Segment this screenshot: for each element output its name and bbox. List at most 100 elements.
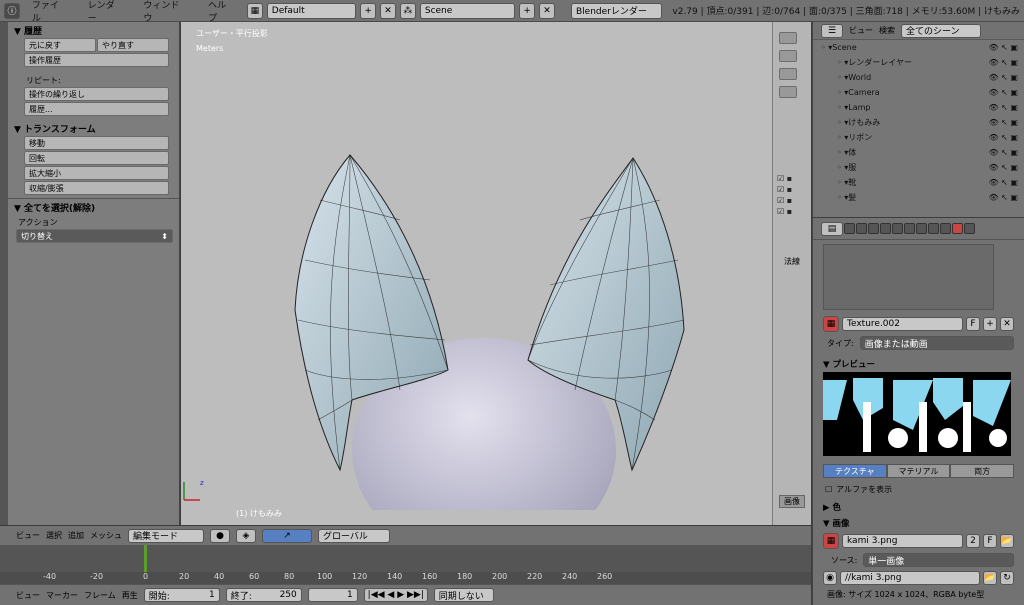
colors-panel-title[interactable]: ▶ 色: [813, 499, 1024, 515]
pivot-icon[interactable]: ◈: [236, 528, 256, 543]
outliner-row[interactable]: ◦ ▾ 服 👁 ↖ ▣: [813, 160, 1024, 175]
image-button[interactable]: 画像: [779, 495, 805, 508]
start-value[interactable]: 1: [209, 590, 215, 600]
add-scene-icon[interactable]: +: [519, 2, 536, 19]
visibility-icons[interactable]: 👁 ↖ ▣: [988, 133, 1018, 142]
expand-icon[interactable]: ◦ ▾: [837, 58, 848, 67]
operator-panel-title[interactable]: ▼ 全てを選択(解除): [8, 199, 179, 215]
visibility-icons[interactable]: 👁 ↖ ▣: [988, 193, 1018, 202]
outliner-row[interactable]: ◦ ▾ Scene 👁 ↖ ▣: [813, 40, 1024, 55]
checkbox-icon-2[interactable]: ☑ ▪: [777, 185, 811, 194]
menu-file[interactable]: ファイル: [24, 0, 76, 24]
visibility-icons[interactable]: 👁 ↖ ▣: [988, 178, 1018, 187]
vp-toggle-2[interactable]: [779, 50, 797, 62]
repeat-last-button[interactable]: 操作の繰り返し: [24, 87, 169, 101]
orientation-select[interactable]: グローバル: [318, 528, 390, 543]
outliner-row[interactable]: ◦ ▾ けもみみ 👁 ↖ ▣: [813, 115, 1024, 130]
menu-render[interactable]: レンダー: [80, 0, 132, 24]
checkbox-icon-1[interactable]: ☑ ▪: [777, 174, 811, 183]
current-frame-indicator[interactable]: [144, 545, 147, 572]
tab-scene-icon[interactable]: [868, 223, 879, 234]
checkbox-icon-4[interactable]: ☑ ▪: [777, 207, 811, 216]
outliner-menu-view[interactable]: ビュー: [849, 25, 873, 36]
menu-window[interactable]: ウィンドウ: [135, 0, 196, 24]
tab-layers-icon[interactable]: [856, 223, 867, 234]
manipulator-icon[interactable]: ↗: [262, 528, 312, 543]
type-select[interactable]: 画像または動画: [859, 336, 1014, 350]
scene-icon[interactable]: ⁂: [399, 2, 416, 19]
tl-menu-frame[interactable]: フレーム: [84, 590, 116, 601]
end-value[interactable]: 250: [280, 590, 297, 600]
source-select[interactable]: 単一画像: [863, 553, 1014, 567]
visibility-icons[interactable]: 👁 ↖ ▣: [988, 163, 1018, 172]
tab-modifiers-icon[interactable]: [916, 223, 927, 234]
sync-select[interactable]: 同期しない: [433, 588, 494, 602]
tab-world-icon[interactable]: [880, 223, 891, 234]
visibility-icons[interactable]: 👁 ↖ ▣: [988, 43, 1018, 52]
tab-render-icon[interactable]: [844, 223, 855, 234]
3d-viewport[interactable]: z: [181, 22, 811, 525]
outliner-row[interactable]: ◦ ▾ World 👁 ↖ ▣: [813, 70, 1024, 85]
menu-add[interactable]: 追加: [68, 530, 84, 541]
history-button[interactable]: 履歴...: [24, 102, 169, 116]
visibility-icons[interactable]: 👁 ↖ ▣: [988, 58, 1018, 67]
undo-history-button[interactable]: 操作履歴: [24, 53, 169, 67]
preview-panel-title[interactable]: ▼ プレビュー: [813, 356, 1024, 372]
rotate-button[interactable]: 回転: [24, 151, 169, 165]
render-engine-select[interactable]: Blenderレンダー: [571, 2, 663, 19]
visibility-icons[interactable]: 👁 ↖ ▣: [988, 73, 1018, 82]
fake-user-button[interactable]: F: [966, 317, 980, 331]
expand-icon[interactable]: ◦ ▾: [837, 88, 848, 97]
reload-image-icon[interactable]: ↻: [1000, 571, 1014, 585]
image-fake-user-button[interactable]: F: [983, 534, 997, 548]
expand-icon[interactable]: ◦ ▾: [837, 73, 848, 82]
filepath-field[interactable]: //kami 3.png: [840, 571, 980, 585]
expand-icon[interactable]: ◦ ▾: [837, 163, 848, 172]
outliner-row[interactable]: ◦ ▾ Lamp 👁 ↖ ▣: [813, 100, 1024, 115]
menu-select[interactable]: 選択: [46, 530, 62, 541]
undo-button[interactable]: 元に戻す: [24, 38, 96, 52]
checkbox-icon-3[interactable]: ☑ ▪: [777, 196, 811, 205]
vp-toggle-1[interactable]: [779, 32, 797, 44]
transform-panel-title[interactable]: ▼ トランスフォーム: [8, 120, 179, 136]
open-image-icon[interactable]: 📂: [1000, 534, 1014, 548]
preview-tab-texture[interactable]: テクスチャ: [823, 464, 887, 478]
add-layout-icon[interactable]: +: [360, 2, 377, 19]
shading-icon[interactable]: ●: [210, 528, 230, 543]
tab-material-icon[interactable]: [940, 223, 951, 234]
texture-name-field[interactable]: Texture.002: [842, 317, 963, 331]
expand-icon[interactable]: ◦ ▾: [837, 133, 848, 142]
preview-tab-material[interactable]: マテリアル: [886, 464, 951, 478]
tab-constraints-icon[interactable]: [904, 223, 915, 234]
move-button[interactable]: 移動: [24, 136, 169, 150]
texture-slot-list[interactable]: [823, 244, 994, 310]
outliner-row[interactable]: ◦ ▾ 髪 👁 ↖ ▣: [813, 190, 1024, 205]
history-panel-title[interactable]: ▼ 履歴: [8, 22, 179, 38]
outliner-row[interactable]: ◦ ▾ 靴 👁 ↖ ▣: [813, 175, 1024, 190]
expand-icon[interactable]: ◦ ▾: [837, 178, 848, 187]
current-frame-field[interactable]: 1: [307, 588, 358, 602]
outliner-row[interactable]: ◦ ▾ リボン 👁 ↖ ▣: [813, 130, 1024, 145]
tl-menu-marker[interactable]: マーカー: [46, 590, 78, 601]
tl-menu-playback[interactable]: 再生: [122, 590, 138, 601]
alpha-checkbox[interactable]: ☐: [825, 485, 832, 494]
properties-editor-icon[interactable]: ▤: [821, 221, 843, 236]
tab-object-icon[interactable]: [892, 223, 903, 234]
remove-layout-icon[interactable]: ✕: [380, 2, 396, 19]
tab-texture-icon[interactable]: [952, 223, 963, 234]
layout-icon[interactable]: ▦: [246, 2, 263, 19]
menu-help[interactable]: ヘルプ: [200, 0, 243, 24]
toolshelf-tabs[interactable]: [0, 22, 8, 537]
info-editor-icon[interactable]: ⓘ: [4, 2, 20, 19]
vp-toggle-3[interactable]: [779, 68, 797, 80]
outliner-row[interactable]: ◦ ▾ レンダーレイヤー 👁 ↖ ▣: [813, 55, 1024, 70]
scale-button[interactable]: 拡大縮小: [24, 166, 169, 180]
image-panel-title[interactable]: ▼ 画像: [813, 515, 1024, 531]
outliner-row[interactable]: ◦ ▾ Camera 👁 ↖ ▣: [813, 85, 1024, 100]
visibility-icons[interactable]: 👁 ↖ ▣: [988, 148, 1018, 157]
mode-select[interactable]: 編集モード: [128, 528, 204, 543]
image-icon[interactable]: ▦: [823, 533, 839, 549]
action-select[interactable]: 切り替え ⬍: [16, 229, 173, 243]
vp-toggle-4[interactable]: [779, 86, 797, 98]
outliner-menu-search[interactable]: 検索: [879, 25, 895, 36]
